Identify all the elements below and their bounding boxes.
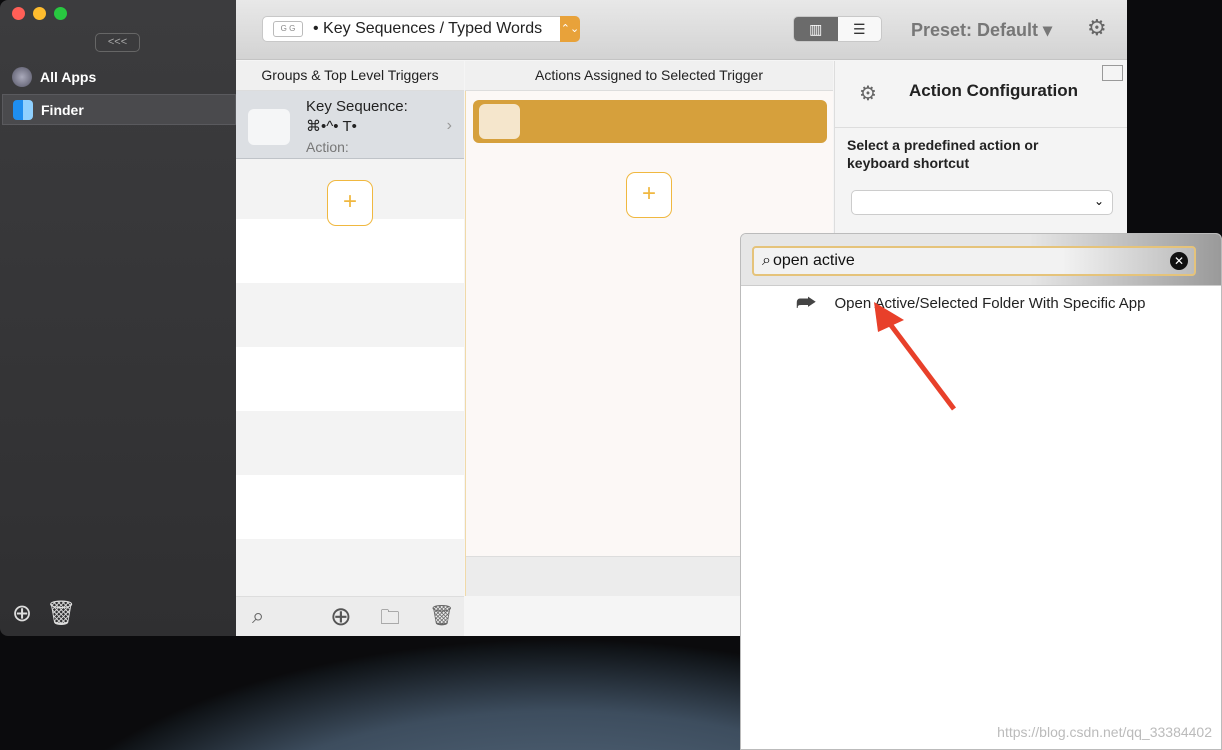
view-toggle[interactable]: ▥ ☰	[793, 16, 882, 42]
window-controls	[12, 7, 67, 20]
add-action-button[interactable]: +	[626, 172, 672, 218]
action-icon	[479, 104, 520, 139]
sidebar-item-label: Finder	[41, 101, 84, 118]
trigger-keys: ⌘•^• T•	[306, 118, 357, 135]
trigger-title: Key Sequence:	[306, 98, 408, 115]
search-icon[interactable]: ⌕	[252, 603, 264, 629]
red-arrow-annotation	[874, 302, 956, 411]
chevron-right-icon: ›	[446, 117, 452, 134]
trigger-icon	[248, 109, 290, 145]
groups-column-header: Groups & Top Level Triggers	[236, 61, 464, 91]
sidebar-item-all-apps[interactable]: All Apps	[2, 61, 236, 92]
trigger-list-item[interactable]: Key Sequence: ⌘•^• T• Action: ›	[236, 91, 464, 159]
minimize-button[interactable]	[33, 7, 46, 20]
trigger-action: Action:	[306, 139, 349, 155]
toolbar: G G • Key Sequences / Typed Words ⌃⌄ ▥ ☰…	[236, 0, 1127, 60]
finder-icon	[13, 99, 33, 120]
preset-select[interactable]: Preset: Default ▾	[911, 20, 1052, 41]
sidebar-item-label: All Apps	[40, 68, 97, 85]
gear-icon: ⚙	[859, 83, 877, 105]
action-search-popup: ⌕ open active ✕ ⮫ Open Active/Selected F…	[740, 233, 1222, 750]
chevron-updown-icon: ⌃⌄	[560, 16, 580, 42]
action-prompt: Select a predefined action or keyboard s…	[847, 137, 1039, 171]
action-search-input[interactable]: ⌕ open active ✕	[752, 246, 1196, 276]
search-icon: ⌕	[762, 252, 771, 269]
columns-view-icon[interactable]: ▥	[794, 17, 838, 41]
collapse-sidebar-button[interactable]: <<<	[95, 33, 140, 52]
add-trigger-button[interactable]: +	[327, 180, 373, 226]
watermark: https://blog.csdn.net/qq_33384402	[997, 724, 1212, 740]
triggers-footer: ⌕ ⊕ 🗀 🗑	[236, 596, 464, 636]
app-sidebar: <<< All Apps Finder ⊕ 🗑	[0, 0, 236, 636]
add-app-icon[interactable]: ⊕	[12, 599, 32, 628]
list-view-icon[interactable]: ☰	[837, 17, 881, 41]
globe-icon	[12, 66, 32, 87]
clear-search-icon[interactable]: ✕	[1170, 252, 1188, 270]
settings-gear-icon[interactable]: ⚙	[1087, 15, 1107, 41]
search-value: open active	[772, 252, 855, 269]
share-arrow-icon: ⮫	[796, 290, 817, 315]
trash-icon[interactable]: 🗑	[46, 599, 76, 628]
trigger-type-select[interactable]: G G • Key Sequences / Typed Words ⌃⌄	[262, 16, 580, 42]
trigger-type-label: • Key Sequences / Typed Words	[313, 20, 543, 37]
search-result-item[interactable]: ⮫ Open Active/Selected Folder With Speci…	[796, 290, 1145, 316]
add-icon[interactable]: ⊕	[330, 601, 352, 632]
new-folder-icon[interactable]: 🗀	[380, 603, 400, 637]
triggers-list	[236, 91, 464, 603]
trash-icon[interactable]: 🗑	[429, 603, 454, 628]
chevron-down-icon: ⌄	[1093, 194, 1104, 208]
actions-column-header: Actions Assigned to Selected Trigger	[465, 61, 833, 91]
key-sequence-icon: G G	[273, 21, 303, 37]
sidebar-item-finder[interactable]: Finder	[2, 94, 236, 125]
detach-window-icon[interactable]	[1102, 65, 1123, 81]
action-dropdown[interactable]: ⌄	[851, 190, 1113, 215]
zoom-button[interactable]	[54, 7, 67, 20]
panel-title: Action Configuration	[909, 81, 1079, 100]
close-button[interactable]	[12, 7, 25, 20]
action-item[interactable]	[473, 100, 827, 143]
